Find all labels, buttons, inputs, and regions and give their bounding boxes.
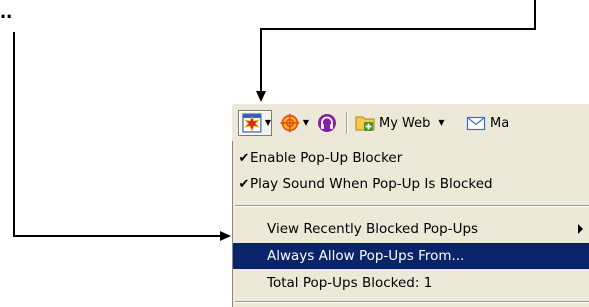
menu-separator	[235, 301, 589, 302]
menu-item-label: Always Allow Pop-Ups From...	[267, 248, 465, 264]
mail-label: Ma	[490, 115, 510, 131]
target-button[interactable]: ▼	[277, 110, 309, 136]
popup-blocker-dropdown-caret[interactable]: ▼	[265, 119, 271, 127]
popup-blocker-button[interactable]: ▼	[238, 110, 272, 136]
leftover-text-fragment: ..	[0, 0, 13, 23]
menu-item-always-allow[interactable]: Always Allow Pop-Ups From...	[233, 243, 589, 269]
headphones-icon	[318, 114, 336, 132]
menu-item-label: Total Pop-Ups Blocked: 1	[267, 275, 433, 291]
headphones-button[interactable]	[315, 110, 339, 136]
toolbar-separator	[346, 112, 347, 134]
arrow-to-popup-button	[256, 0, 536, 102]
arrow-to-always-allow-item	[13, 32, 231, 241]
my-web-icon	[355, 116, 375, 131]
menu-item-view-recently-blocked[interactable]: View Recently Blocked Pop-Ups	[233, 216, 589, 242]
menu-item-play-sound[interactable]: ✔ Play Sound When Pop-Up Is Blocked	[233, 171, 589, 197]
my-web-dropdown-caret[interactable]: ▼	[438, 119, 444, 127]
popup-blocker-menu: ✔ Enable Pop-Up Blocker ✔ Play Sound Whe…	[232, 141, 589, 307]
target-dropdown-caret[interactable]: ▼	[303, 119, 309, 127]
menu-item-total-blocked: Total Pop-Ups Blocked: 1	[233, 270, 589, 296]
menu-separator	[235, 205, 589, 206]
toolbar: ▼ ▼ My Web ▼ Ma	[232, 103, 589, 141]
submenu-arrow-icon	[578, 224, 583, 234]
menu-item-label: Enable Pop-Up Blocker	[250, 150, 403, 166]
screenshot-stage: .. ▼ ▼ My Web ▼ Ma ✔ Enable Pop-Up Block…	[0, 0, 589, 307]
my-web-label: My Web	[379, 115, 431, 131]
mail-icon	[466, 116, 486, 131]
mail-button[interactable]: Ma	[464, 110, 589, 136]
my-web-button[interactable]: My Web ▼	[353, 110, 459, 136]
popup-blocker-icon	[242, 113, 262, 133]
menu-item-enable-popup-blocker[interactable]: ✔ Enable Pop-Up Blocker	[233, 145, 589, 171]
menu-item-label: Play Sound When Pop-Up Is Blocked	[250, 176, 493, 192]
check-icon: ✔	[238, 150, 250, 166]
check-icon: ✔	[238, 176, 250, 192]
target-icon	[280, 113, 300, 133]
menu-item-label: View Recently Blocked Pop-Ups	[267, 221, 479, 237]
